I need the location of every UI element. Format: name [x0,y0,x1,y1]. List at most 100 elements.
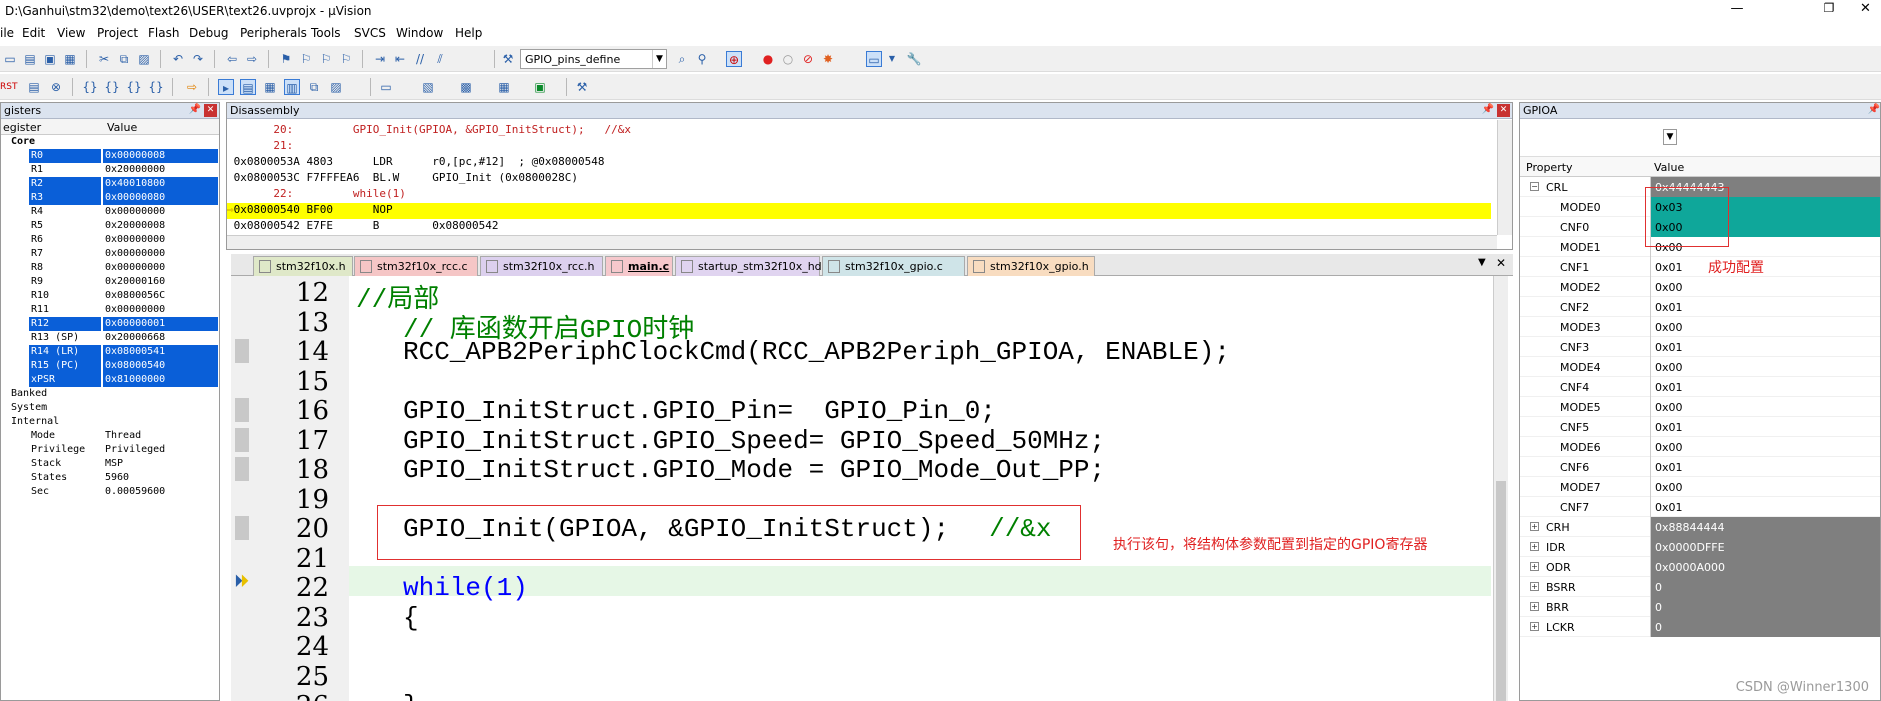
reg-group-core[interactable]: Core [1,135,219,149]
disassembly-line[interactable]: 0x0800053C F7FFFEA6 BL.W GPIO_Init (0x08… [227,171,1491,187]
tab-stm32f10x-h[interactable]: stm32f10x.h [253,256,353,276]
register-row[interactable]: R13 (SP) 0x20000668 [1,331,219,345]
register-row[interactable]: R8 0x00000000 [1,261,219,275]
register-value[interactable]: 0x08000541 [105,346,165,357]
disassembly-line[interactable]: 0x08000542 E7FE B 0x08000542 [227,219,1491,235]
uncomment-icon[interactable]: ⫽ [432,51,448,67]
gpio-property-value[interactable]: 0x01 [1650,377,1880,397]
register-value[interactable]: 0x20000000 [105,164,165,175]
gpio-row[interactable]: + IDR 0x0000DFFE [1520,537,1880,557]
code-line[interactable]: while(1) [403,573,528,603]
close-button[interactable]: ✕ [1850,1,1881,21]
gpio-row[interactable]: + ODR 0x0000A000 [1520,557,1880,577]
code-line[interactable]: { [403,603,419,633]
gpio-property-value[interactable]: 0x01 [1650,337,1880,357]
menu-help[interactable]: Help [455,26,482,40]
register-value[interactable]: 0x00000080 [105,192,165,203]
incremental-find-icon[interactable]: ⚲ [694,51,710,67]
bookmark-clear-icon[interactable]: ⚐ [338,51,354,67]
code-line[interactable]: GPIO_InitStruct.GPIO_Mode = GPIO_Mode_Ou… [403,455,1105,485]
menu-project[interactable]: Project [97,26,138,40]
pin-icon[interactable]: 📌 [1482,104,1494,115]
disassembly-line[interactable]: 22: while(1) [227,187,1491,203]
register-row[interactable]: R6 0x00000000 [1,233,219,247]
tab-stm32f10x_rcc-c[interactable]: stm32f10x_rcc.c [354,256,478,276]
chevron-down-icon[interactable]: ▼ [652,50,666,68]
register-row[interactable]: R15 (PC) 0x08000540 [1,359,219,373]
disassembly-line[interactable]: ⇨0x08000540 BF00 NOP [227,203,1491,219]
minimize-button[interactable]: — [1714,1,1760,21]
gpio-row[interactable]: MODE7 0x00 [1520,477,1880,497]
system-viewer-icon[interactable]: ▣ [532,79,548,95]
gpio-row[interactable]: + BRR 0 [1520,597,1880,617]
tab-main-c[interactable]: main.c [605,256,673,276]
toolbox-icon[interactable]: ⚒ [574,79,590,95]
expand-icon[interactable]: + [1530,622,1539,631]
register-value[interactable]: 0x00000000 [105,262,165,273]
register-value[interactable]: 0x40010800 [105,178,165,189]
register-value[interactable]: 0x00000000 [105,248,165,259]
run-icon[interactable]: ▤ [26,79,42,95]
copy-icon[interactable]: ⧉ [116,51,132,67]
menu-tools[interactable]: Tools [311,26,341,40]
register-value[interactable]: 0x20000008 [105,220,165,231]
register-row[interactable]: R11 0x00000000 [1,303,219,317]
scrollbar-thumb[interactable] [1496,481,1506,701]
gpio-property-value[interactable]: 0x00 [1650,357,1880,377]
save-all-icon[interactable]: ▦ [62,51,78,67]
register-row[interactable]: R10 0x0800056C [1,289,219,303]
register-value[interactable]: 0x00000000 [105,206,165,217]
menu-peripherals[interactable]: Peripherals [240,26,307,40]
gpio-row[interactable]: MODE6 0x00 [1520,437,1880,457]
gpio-property-value[interactable]: 0 [1650,617,1880,637]
menu-debug[interactable]: Debug [189,26,228,40]
gpio-property-value[interactable]: 0x00 [1650,317,1880,337]
tab-stm32f10x_rcc-h[interactable]: stm32f10x_rcc.h [480,256,603,276]
serial-window-icon[interactable]: ▧ [420,79,436,95]
gpio-property-value[interactable]: 0x01 [1650,457,1880,477]
gpio-row[interactable]: CNF4 0x01 [1520,377,1880,397]
call-stack-icon[interactable]: ⧉ [306,79,322,95]
register-row[interactable]: R1 0x20000000 [1,163,219,177]
menu-file[interactable]: ile [0,26,14,40]
register-row[interactable]: R2 0x40010800 [1,177,219,191]
disassembly-window-icon[interactable]: ▤ [240,79,256,95]
gpio-row[interactable]: MODE4 0x00 [1520,357,1880,377]
gpio-row[interactable]: CNF1 0x01 [1520,257,1880,277]
find-combo[interactable]: GPIO_pins_define ▼ [520,49,667,69]
register-row[interactable]: R0 0x00000008 [1,149,219,163]
disassembly-vscrollbar[interactable] [1497,120,1512,235]
gpio-property-value[interactable]: 0x88844444 [1650,517,1880,537]
paste-icon[interactable]: ▨ [136,51,152,67]
gpio-property-value[interactable]: 0x01 [1650,417,1880,437]
unindent-icon[interactable]: ⇤ [392,51,408,67]
gpio-row[interactable]: MODE2 0x00 [1520,277,1880,297]
register-row[interactable]: xPSR 0x81000000 [1,373,219,387]
gpio-row[interactable]: MODE5 0x00 [1520,397,1880,417]
disassembly-line[interactable]: 21: [227,139,1491,155]
disassembly-line[interactable]: 20: GPIO_Init(GPIOA, &GPIO_InitStruct); … [227,123,1491,139]
chevron-down-icon[interactable]: ▼ [1478,257,1486,268]
gpio-row[interactable]: CNF7 0x01 [1520,497,1880,517]
maximize-button[interactable]: ❐ [1806,1,1852,21]
register-row[interactable]: R5 0x20000008 [1,219,219,233]
target-options-icon[interactable]: ⚒ [500,51,516,67]
expand-icon[interactable]: + [1530,522,1539,531]
register-row[interactable]: R14 (LR) 0x08000541 [1,345,219,359]
tab-stm32f10x_gpio-c[interactable]: stm32f10x_gpio.c [822,256,965,276]
register-value[interactable]: 0x20000668 [105,332,165,343]
gpio-row[interactable]: + CRH 0x88844444 [1520,517,1880,537]
menu-window[interactable]: Window [396,26,443,40]
run-to-cursor-icon[interactable]: {} [148,79,164,95]
gpio-property-value[interactable]: 0x0000DFFE [1650,537,1880,557]
register-row[interactable]: R3 0x00000080 [1,191,219,205]
gpio-property-value[interactable]: 0x00 [1650,477,1880,497]
register-value[interactable]: 0x00000000 [105,304,165,315]
code-line[interactable]: RCC_APB2PeriphClockCmd(RCC_APB2Periph_GP… [403,337,1230,367]
register-value[interactable]: 0x00000000 [105,234,165,245]
reg-group-internal[interactable]: Internal [1,415,219,429]
bookmark-prev-icon[interactable]: ⚐ [298,51,314,67]
register-value[interactable]: 0x08000540 [105,360,165,371]
pin-icon[interactable]: 📌 [189,104,201,115]
memory-window-icon[interactable]: ▭ [378,79,394,95]
